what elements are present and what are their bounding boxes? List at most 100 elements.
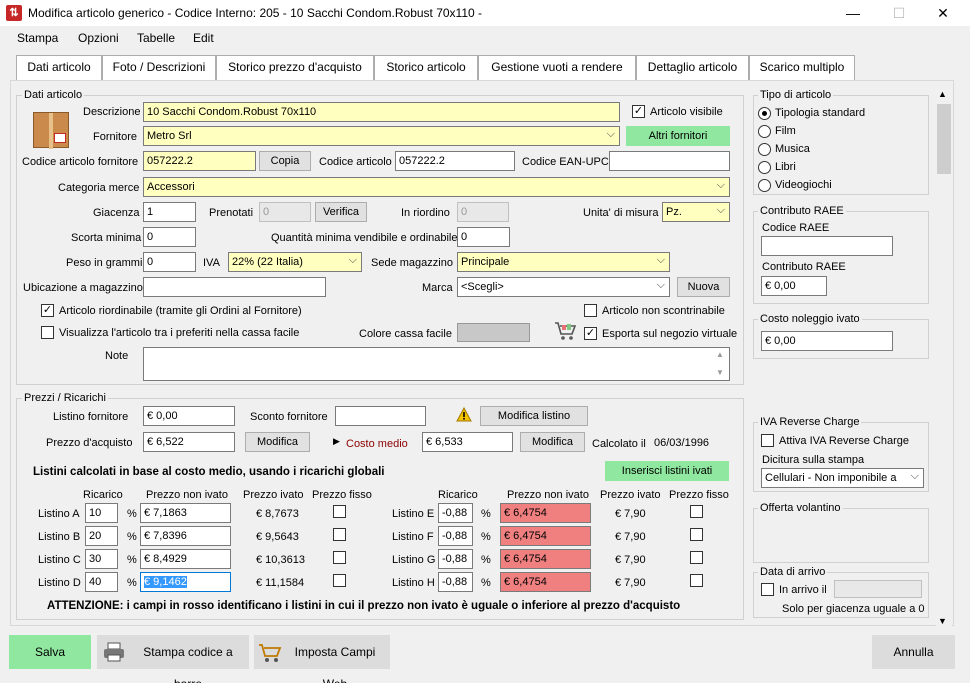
modifica-prezzo-button[interactable]: Modifica (245, 432, 310, 452)
listino-g-fisso[interactable] (690, 551, 703, 564)
listino-d-ivato: € 11,1584 (256, 577, 305, 589)
in-arrivo-checkbox[interactable] (761, 583, 774, 596)
note-field[interactable] (143, 347, 730, 381)
radio-musica[interactable] (758, 143, 771, 156)
radio-videogiochi[interactable] (758, 179, 771, 192)
shopping-cart-icon (553, 318, 577, 342)
maximize-button[interactable]: ☐ (876, 0, 922, 26)
tab-storico-prezzo[interactable]: Storico prezzo d'acquisto (216, 55, 374, 80)
tab-scarico-multiplo[interactable]: Scarico multiplo (749, 55, 855, 80)
listino-e-non-ivato[interactable]: € 6,4754 (500, 503, 591, 523)
codice-raee-field[interactable] (761, 236, 893, 256)
prezzo-acquisto-field[interactable]: € 6,522 (143, 432, 235, 452)
nuova-button[interactable]: Nuova (677, 277, 730, 297)
fornitore-select[interactable]: Metro Srl (143, 126, 620, 146)
menu-tabelle[interactable]: Tabelle (137, 31, 175, 45)
marca-select[interactable]: <Scegli> (457, 277, 670, 297)
sede-select[interactable]: Principale (457, 252, 670, 272)
close-button[interactable]: ✕ (920, 0, 966, 26)
tab-dati-articolo[interactable]: Dati articolo (16, 55, 102, 80)
minimize-button[interactable]: — (830, 0, 876, 26)
listino-f-ricarico[interactable]: -0,88 (438, 526, 473, 546)
listino-g-non-ivato[interactable]: € 6,4754 (500, 549, 591, 569)
inserisci-listini-button[interactable]: Inserisci listini ivati (605, 461, 729, 481)
listino-b-fisso[interactable] (333, 528, 346, 541)
sconto-field[interactable] (335, 406, 426, 426)
note-scroll-arrows[interactable]: ▲ ▼ (716, 350, 724, 377)
menu-edit[interactable]: Edit (193, 31, 214, 45)
salva-button[interactable]: Salva (9, 635, 91, 669)
giacenza-field[interactable]: 1 (143, 202, 196, 222)
ean-label: Codice EAN-UPC (522, 156, 609, 168)
ean-field[interactable] (609, 151, 730, 171)
articolo-visibile-checkbox[interactable]: ✓ (632, 105, 645, 118)
menu-opzioni[interactable]: Opzioni (78, 31, 119, 45)
cod-fornitore-field[interactable]: 057222.2 (143, 151, 256, 171)
categoria-select[interactable]: Accessori (143, 177, 730, 197)
noleggio-field[interactable]: € 0,00 (761, 331, 893, 351)
annulla-button[interactable]: Annulla (872, 635, 955, 669)
iva-select[interactable]: 22% (22 Italia) (228, 252, 362, 272)
sconto-label: Sconto fornitore (250, 411, 328, 423)
copia-button[interactable]: Copia (259, 151, 311, 171)
imposta-web-label: Imposta Campi Web (294, 645, 376, 683)
unita-select[interactable]: Pz. (662, 202, 730, 222)
listino-c-non-ivato[interactable]: € 8,4929 (140, 549, 231, 569)
reverse-checkbox[interactable] (761, 434, 774, 447)
tab-gestione-vuoti[interactable]: Gestione vuoti a rendere (478, 55, 636, 80)
contributo-raee-field[interactable]: € 0,00 (761, 276, 827, 296)
tab-foto-descrizioni[interactable]: Foto / Descrizioni (102, 55, 216, 80)
peso-field[interactable]: 0 (143, 252, 196, 272)
listino-c-fisso[interactable] (333, 551, 346, 564)
listino-a-ricarico[interactable]: 10 (85, 503, 118, 523)
listino-h-non-ivato[interactable]: € 6,4754 (500, 572, 591, 592)
radio-film[interactable] (758, 125, 771, 138)
preferiti-checkbox[interactable] (41, 326, 54, 339)
arrivo-title: Data di arrivo (758, 566, 828, 578)
listino-f-fisso[interactable] (690, 528, 703, 541)
modifica-listino-button[interactable]: Modifica listino (480, 406, 588, 426)
descrizione-field[interactable]: 10 Sacchi Condom.Robust 70x110 (143, 102, 620, 122)
costo-medio-field[interactable]: € 6,533 (422, 432, 513, 452)
listino-fornitore-field[interactable]: € 0,00 (143, 406, 235, 426)
riordinabile-checkbox[interactable]: ✓ (41, 304, 54, 317)
modifica-costo-button[interactable]: Modifica (520, 432, 585, 452)
radio-libri[interactable] (758, 161, 771, 174)
listino-c-ricarico[interactable]: 30 (85, 549, 118, 569)
ubicazione-field[interactable] (143, 277, 326, 297)
listino-d-non-ivato[interactable]: € 9,1462 (140, 572, 231, 592)
non-scontrinabile-checkbox[interactable] (584, 304, 597, 317)
listino-a-percent: % (127, 508, 137, 520)
esporta-checkbox[interactable]: ✓ (584, 327, 597, 340)
listino-f-non-ivato[interactable]: € 6,4754 (500, 526, 591, 546)
listino-g-ricarico[interactable]: -0,88 (438, 549, 473, 569)
listino-d-fisso[interactable] (333, 574, 346, 587)
listino-b-ricarico[interactable]: 20 (85, 526, 118, 546)
imposta-web-button[interactable]: Imposta Campi Web (254, 635, 390, 683)
tab-storico-articolo[interactable]: Storico articolo (374, 55, 478, 80)
colore-swatch[interactable] (457, 323, 530, 342)
listino-h-ricarico[interactable]: -0,88 (438, 572, 473, 592)
scroll-up-icon[interactable]: ▲ (938, 89, 947, 99)
tab-dettaglio-articolo[interactable]: Dettaglio articolo (636, 55, 749, 80)
qta-min-field[interactable]: 0 (457, 227, 510, 247)
scorta-field[interactable]: 0 (143, 227, 196, 247)
esporta-label: Esporta sul negozio virtuale (602, 328, 738, 340)
listino-a-fisso[interactable] (333, 505, 346, 518)
stampa-barcode-button[interactable]: Stampa codice a barre (97, 635, 249, 683)
radio-tipologia-standard[interactable] (758, 107, 771, 120)
listino-e-fisso[interactable] (690, 505, 703, 518)
fornitore-label: Fornitore (93, 131, 138, 143)
listino-h-fisso[interactable] (690, 574, 703, 587)
altri-fornitori-button[interactable]: Altri fornitori (626, 126, 730, 146)
listino-b-non-ivato[interactable]: € 7,8396 (140, 526, 231, 546)
listino-a-non-ivato[interactable]: € 7,1863 (140, 503, 231, 523)
verifica-button[interactable]: Verifica (315, 202, 367, 222)
dicitura-select[interactable]: Cellulari - Non imponibile a (761, 468, 924, 488)
scrollbar-thumb[interactable] (937, 104, 951, 174)
cod-articolo-field[interactable]: 057222.2 (395, 151, 515, 171)
listino-d-ricarico[interactable]: 40 (85, 572, 118, 592)
listino-e-ricarico[interactable]: -0,88 (438, 503, 473, 523)
scroll-down-icon[interactable]: ▼ (938, 616, 947, 626)
menu-stampa[interactable]: Stampa (17, 31, 58, 45)
